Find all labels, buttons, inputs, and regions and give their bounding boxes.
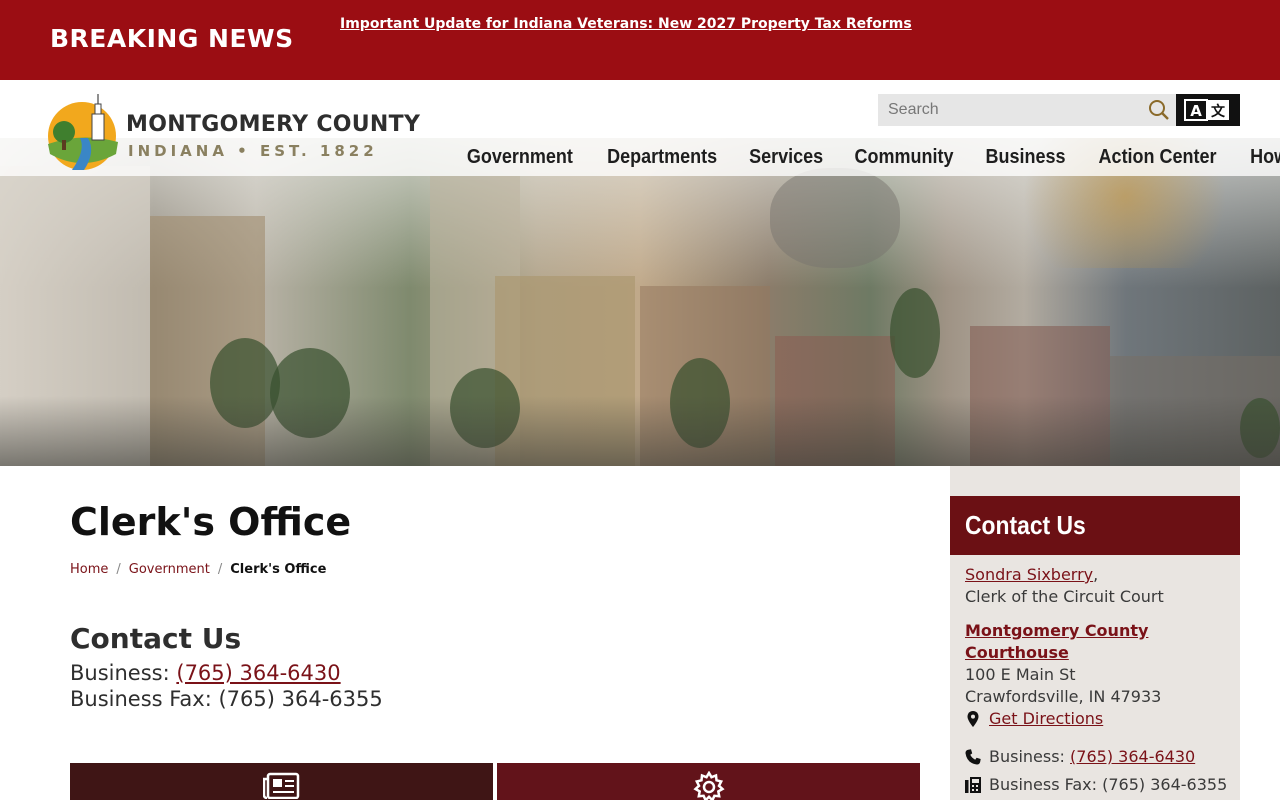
page-title: Clerk's Office (70, 500, 352, 544)
services-tile[interactable] (497, 763, 920, 803)
hero-banner (0, 138, 1280, 466)
montgomery-county-seal-icon (48, 94, 118, 170)
breadcrumb-separator: / (217, 562, 223, 577)
newspaper-icon (262, 772, 299, 799)
sidebar-heading: Contact Us (965, 510, 1086, 540)
sidebar-role: Clerk of the Circuit Court (965, 587, 1164, 606)
contact-heading: Contact Us (70, 622, 242, 655)
sidebar-person-line: Sondra Sixberry, (965, 565, 1099, 584)
site-header: MONTGOMERY COUNTY INDIANA • EST. 1822 A … (0, 80, 1280, 466)
sidebar-business-phone[interactable]: (765) 364-6430 (1070, 747, 1195, 766)
sidebar-location-line-2: Courthouse (965, 643, 1069, 662)
svg-text:文: 文 (1211, 103, 1226, 120)
get-directions-link[interactable]: Get Directions (989, 709, 1103, 728)
breadcrumb: Home / Government / Clerk's Office (70, 562, 326, 577)
nav-item-action-center[interactable]: Action Center (1099, 146, 1217, 169)
search-box (878, 94, 1176, 126)
translate-button[interactable]: A 文 (1176, 94, 1240, 126)
nav-item-how-do-i[interactable]: How Do I... (1251, 146, 1280, 169)
breadcrumb-current: Clerk's Office (230, 562, 327, 577)
nav-item-departments[interactable]: Departments (607, 146, 717, 169)
map-pin-icon (967, 711, 979, 727)
breaking-news-link[interactable]: Important Update for Indiana Veterans: N… (340, 16, 912, 32)
sidebar-header: Contact Us (950, 496, 1240, 555)
sidebar-person-link[interactable]: Sondra Sixberry (965, 565, 1093, 584)
search-icon[interactable] (1148, 99, 1170, 121)
sidebar-location-link-2[interactable]: Courthouse (965, 643, 1069, 662)
sidebar-fax: Business Fax: (765) 364-6355 (989, 775, 1228, 794)
contact-fax: Business Fax: (765) 364-6355 (70, 687, 383, 711)
nav-item-services[interactable]: Services (749, 146, 823, 169)
translate-icon: A 文 (1184, 99, 1229, 121)
breadcrumb-home[interactable]: Home (70, 562, 108, 577)
breadcrumb-government[interactable]: Government (129, 562, 210, 577)
phone-icon (965, 749, 981, 765)
nav-item-government[interactable]: Government (467, 146, 573, 169)
contact-business-line: Business: (765) 364-6430 (70, 661, 341, 685)
breaking-news-title: BREAKING NEWS (50, 24, 294, 53)
svg-text:A: A (1190, 102, 1202, 120)
breadcrumb-separator: / (116, 562, 121, 577)
search-input[interactable] (878, 94, 1144, 126)
sidebar-business-line: Business: (765) 364-6430 (989, 747, 1195, 766)
contact-business-phone[interactable]: (765) 364-6430 (176, 661, 340, 685)
nav-item-business[interactable]: Business (986, 146, 1066, 169)
breaking-news-bar: BREAKING NEWS Important Update for India… (0, 0, 1280, 80)
sidebar-address-2: Crawfordsville, IN 47933 (965, 687, 1162, 706)
nav-item-community[interactable]: Community (855, 146, 954, 169)
sidebar-business-label: Business: (989, 747, 1065, 766)
contact-sidebar: Contact Us Sondra Sixberry, Clerk of the… (950, 466, 1240, 800)
sidebar-location-line-1: Montgomery County (965, 621, 1148, 640)
contact-business-label: Business: (70, 661, 170, 685)
news-tile[interactable] (70, 763, 493, 800)
sidebar-directions-line: Get Directions (989, 709, 1103, 728)
logo-tagline: INDIANA • EST. 1822 (128, 142, 378, 160)
logo-name: MONTGOMERY COUNTY (126, 112, 421, 137)
fax-icon (965, 777, 981, 793)
sidebar-location-link[interactable]: Montgomery County (965, 621, 1148, 640)
main-nav: Government Departments Services Communit… (450, 138, 1280, 176)
site-logo[interactable]: MONTGOMERY COUNTY INDIANA • EST. 1822 (42, 92, 420, 172)
sidebar-address-1: 100 E Main St (965, 665, 1076, 684)
gear-icon (692, 771, 725, 803)
